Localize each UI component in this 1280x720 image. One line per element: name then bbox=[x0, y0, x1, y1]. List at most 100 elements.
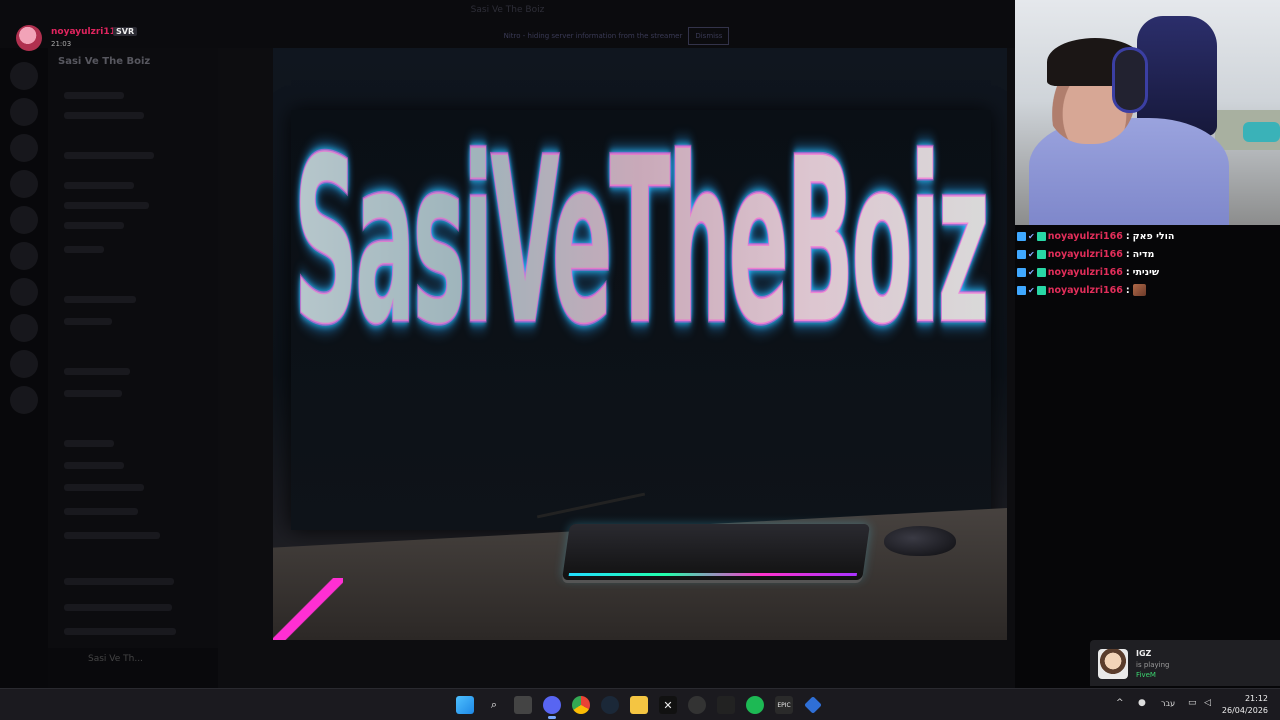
logo-outline: SasiVeTheBoiz bbox=[293, 109, 990, 376]
discord-notice: Nitro - hiding server information from t… bbox=[218, 27, 1015, 45]
spotify-icon[interactable] bbox=[746, 696, 764, 714]
chat-message: ✔ noyayulzri166: bbox=[1017, 282, 1146, 298]
chat-username: noyayulzri166 bbox=[1047, 284, 1123, 296]
server-icon[interactable] bbox=[10, 206, 38, 234]
verified-icon: ✔ bbox=[1028, 231, 1035, 241]
mouse-illustration bbox=[884, 526, 956, 556]
chat-username: noyayulzri166 bbox=[1047, 230, 1123, 242]
toast-avatar bbox=[1098, 649, 1128, 679]
windows-start-icon[interactable] bbox=[456, 696, 474, 714]
clock-time: 21:12 bbox=[1244, 694, 1268, 703]
steam-icon[interactable] bbox=[601, 696, 619, 714]
channel-item[interactable] bbox=[64, 484, 144, 491]
server-icon[interactable] bbox=[10, 170, 38, 198]
chat-username: noyayulzri166 bbox=[1047, 248, 1123, 260]
channel-item[interactable] bbox=[64, 222, 124, 229]
emoji-image-icon bbox=[1132, 284, 1146, 296]
channel-item[interactable] bbox=[64, 578, 174, 585]
task-view-icon[interactable] bbox=[514, 696, 532, 714]
server-rail bbox=[0, 48, 48, 688]
badge-icon bbox=[1036, 267, 1046, 277]
channel-item[interactable] bbox=[64, 296, 136, 303]
channel-item[interactable] bbox=[64, 318, 112, 325]
channel-item[interactable] bbox=[64, 152, 154, 159]
epic-games-icon[interactable]: EPIC bbox=[775, 696, 793, 714]
user-panel-name: Sasi Ve Th... bbox=[88, 654, 143, 664]
server-icon[interactable] bbox=[10, 62, 38, 90]
capcut-icon[interactable]: ✕ bbox=[659, 696, 677, 714]
channel-item[interactable] bbox=[64, 462, 124, 469]
badge-icon bbox=[1036, 249, 1046, 259]
notice-dismiss-button[interactable]: Dismiss bbox=[688, 27, 730, 45]
toast-game: FiveM bbox=[1136, 671, 1156, 679]
channel-item[interactable] bbox=[64, 112, 144, 119]
streamer-badge: SVR bbox=[113, 27, 138, 36]
search-icon[interactable]: ⌕ bbox=[485, 696, 503, 714]
activity-notification[interactable]: IGZ is playing FiveM bbox=[1090, 640, 1280, 686]
app-icon[interactable] bbox=[717, 696, 735, 714]
chat-username: noyayulzri166 bbox=[1047, 266, 1123, 278]
server-icon[interactable] bbox=[10, 314, 38, 342]
server-icon[interactable] bbox=[10, 386, 38, 414]
chat-message: ✔ noyayulzri166: הולי פאק bbox=[1017, 228, 1174, 244]
desktop-stage: Sasi Ve The Boiz Sasi Ve Th... Sasi Ve T… bbox=[0, 0, 1280, 720]
channel-item[interactable] bbox=[64, 368, 130, 375]
language-indicator[interactable]: עבר bbox=[1161, 699, 1175, 708]
cam-person-body bbox=[1029, 118, 1229, 225]
user-panel: Sasi Ve Th... bbox=[48, 648, 218, 688]
channel-item[interactable] bbox=[64, 604, 172, 611]
server-icon[interactable] bbox=[10, 242, 38, 270]
network-icon[interactable]: ▭ bbox=[1188, 698, 1197, 708]
server-icon[interactable] bbox=[10, 134, 38, 162]
webcam-feed bbox=[1015, 0, 1280, 225]
obs-icon[interactable] bbox=[688, 696, 706, 714]
channel-item[interactable] bbox=[64, 182, 134, 189]
verified-icon: ✔ bbox=[1028, 267, 1035, 277]
server-icon[interactable] bbox=[10, 350, 38, 378]
streamer-avatar bbox=[16, 25, 42, 51]
verified-icon: ✔ bbox=[1028, 249, 1035, 259]
launcher-icon[interactable] bbox=[804, 696, 822, 714]
badge-icon bbox=[1036, 231, 1046, 241]
chat-text: הולי פאק bbox=[1132, 230, 1175, 242]
chat-message: ✔ noyayulzri166: שיניתי bbox=[1017, 264, 1159, 280]
stream-time: 21:03 bbox=[51, 40, 72, 48]
active-app-indicator bbox=[548, 716, 556, 719]
channel-item[interactable] bbox=[64, 440, 114, 447]
platform-icon bbox=[1017, 285, 1026, 295]
server-name[interactable]: Sasi Ve The Boiz bbox=[58, 56, 150, 67]
server-icon[interactable] bbox=[10, 98, 38, 126]
channel-item[interactable] bbox=[64, 92, 124, 99]
microphone-icon[interactable]: ● bbox=[1138, 698, 1146, 708]
desk-neon-glow bbox=[273, 578, 343, 640]
stream-screen-image: SasiVeTheBoiz SasiVeTheBoiz bbox=[273, 48, 1007, 640]
headset-icon bbox=[1115, 50, 1145, 110]
chat-text: שיניתי bbox=[1132, 266, 1160, 278]
volume-icon[interactable]: ◁ bbox=[1204, 698, 1211, 708]
server-icon[interactable] bbox=[10, 278, 38, 306]
chat-message: ✔ noyayulzri166: מדיה bbox=[1017, 246, 1154, 262]
channel-item[interactable] bbox=[64, 246, 104, 253]
windows-taskbar: ⌕ ✕ EPIC ^ ● עבר ▭ ◁ 21:12 26/04/2026 bbox=[0, 688, 1280, 720]
badge-icon bbox=[1036, 285, 1046, 295]
toast-username: IGZ bbox=[1136, 649, 1152, 658]
streamer-name: noyayulzri111 bbox=[51, 27, 123, 37]
channel-item[interactable] bbox=[64, 390, 122, 397]
notice-text: Nitro - hiding server information from t… bbox=[503, 32, 683, 40]
platform-icon bbox=[1017, 267, 1026, 277]
system-clock[interactable]: 21:12 26/04/2026 bbox=[1222, 693, 1268, 717]
clock-date: 26/04/2026 bbox=[1221, 706, 1268, 715]
toast-status: is playing bbox=[1136, 661, 1170, 669]
channel-item[interactable] bbox=[64, 532, 160, 539]
verified-icon: ✔ bbox=[1028, 285, 1035, 295]
file-explorer-icon[interactable] bbox=[630, 696, 648, 714]
chevron-up-icon[interactable]: ^ bbox=[1116, 698, 1124, 708]
channel-item[interactable] bbox=[64, 508, 138, 515]
channel-list: Sasi Ve The Boiz bbox=[48, 48, 218, 688]
channel-item[interactable] bbox=[64, 628, 176, 635]
cam-cushion bbox=[1243, 122, 1280, 142]
chrome-icon[interactable] bbox=[572, 696, 590, 714]
channel-item[interactable] bbox=[64, 202, 149, 209]
chat-text: מדיה bbox=[1132, 248, 1155, 260]
discord-icon[interactable] bbox=[543, 696, 561, 714]
